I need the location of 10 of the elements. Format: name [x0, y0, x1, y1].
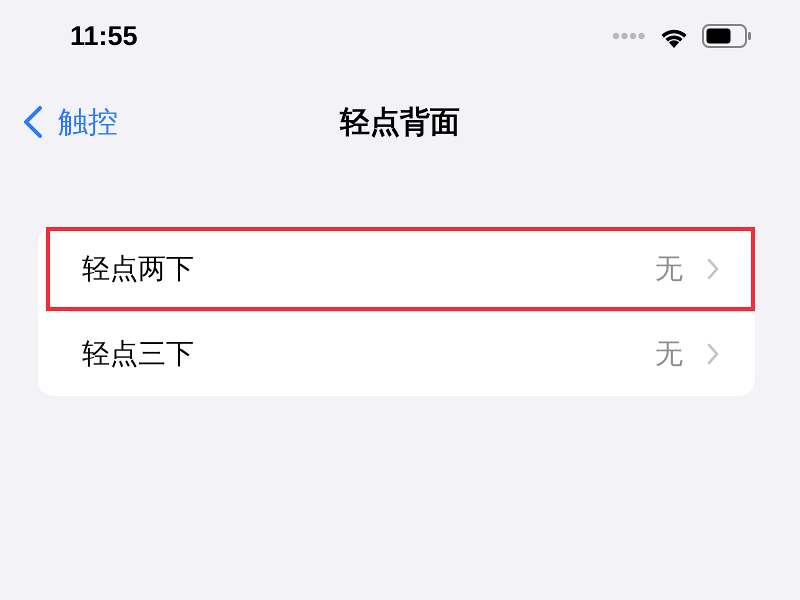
page-title: 轻点背面	[340, 104, 460, 140]
signal-icon	[612, 32, 646, 40]
chevron-left-icon	[22, 105, 44, 139]
chevron-right-icon	[707, 343, 719, 365]
battery-icon	[702, 24, 752, 48]
chevron-right-icon	[707, 258, 719, 280]
status-time: 11:55	[70, 20, 138, 52]
back-button[interactable]: 触控	[22, 102, 118, 142]
settings-row[interactable]: 轻点三下 无	[46, 312, 755, 396]
settings-row[interactable]: 轻点两下 无	[46, 227, 755, 311]
